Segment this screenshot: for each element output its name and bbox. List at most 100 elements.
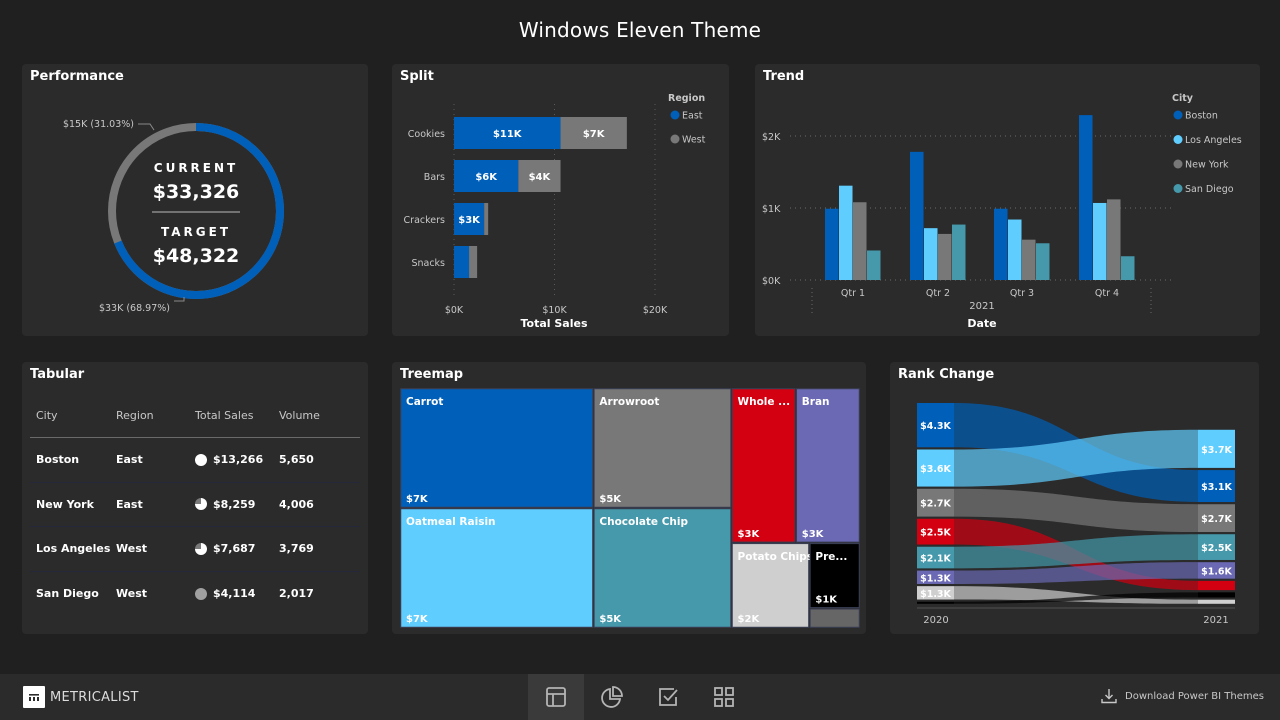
pie-empty-icon — [195, 587, 207, 600]
trend-category-label: Qtr 1 — [841, 288, 865, 299]
split-chart[interactable]: $11K $7K $6K $4K $3K Cookies Bars Crackers Snac… — [392, 64, 729, 336]
trend-bar-los-angeles[interactable] — [1008, 219, 1022, 280]
trend-bar-new-york[interactable] — [1107, 199, 1121, 280]
trend-y-tick: $1K — [762, 204, 781, 215]
legend-marker-west[interactable] — [670, 134, 680, 144]
treemap-tile[interactable] — [731, 388, 796, 543]
ribbon-value-label: $2.7K — [1201, 514, 1232, 525]
rank-change-card[interactable]: Rank Change $4.3K $3.1K $3.6K $3.7K $2.7K $2.… — [890, 362, 1259, 634]
table-header: City Region Total Sales Volume — [30, 394, 360, 438]
split-x-tick: $20K — [643, 305, 668, 316]
treemap-tile-label: Carrot — [406, 396, 443, 408]
trend-bar-san-diego[interactable] — [952, 224, 966, 280]
trend-card[interactable]: Trend $0K $1K $2K Qtr 1 Qtr 2 Qtr 3 Qtr 4 202… — [755, 64, 1260, 336]
trend-bar-boston[interactable] — [825, 208, 839, 280]
trend-bar-san-diego[interactable] — [1036, 243, 1050, 280]
ribbon-value-label: $2.7K — [920, 499, 951, 510]
split-bar-west[interactable] — [484, 203, 489, 235]
trend-x-axis-title: Date — [967, 317, 996, 330]
ribbon-value-label: $3.6K — [920, 464, 951, 475]
trend-bar-boston[interactable] — [994, 208, 1008, 280]
pie-three-quarter-icon — [195, 498, 207, 511]
trend-bar-new-york[interactable] — [1022, 239, 1036, 280]
nav-layout-button[interactable] — [528, 674, 584, 720]
ribbon-segment-black-series[interactable] — [917, 601, 954, 604]
trend-bar-boston[interactable] — [1079, 115, 1093, 280]
split-data-label: $4K — [529, 172, 552, 183]
cell-total-sales: $13,266 — [195, 453, 279, 466]
ribbon-segment-black-series[interactable] — [1198, 592, 1235, 598]
trend-bar-san-diego[interactable] — [867, 250, 881, 280]
metricalist-logo-icon — [23, 686, 45, 708]
nav-pie-chart-button[interactable] — [584, 674, 640, 720]
treemap-tile-label: Potato Chips — [738, 551, 813, 563]
target-label: TARGET — [161, 225, 231, 239]
download-themes-link[interactable]: Download Power BI Themes — [1101, 688, 1264, 704]
legend-label-west: West — [682, 135, 706, 146]
legend-marker-boston[interactable] — [1173, 110, 1183, 120]
trend-legend-title: City — [1172, 93, 1194, 104]
table-row[interactable]: Boston East $13,266 5,650 — [30, 438, 360, 483]
nav-grid-button[interactable] — [696, 674, 752, 720]
column-header-city[interactable]: City — [30, 409, 116, 422]
column-header-total-sales[interactable]: Total Sales — [195, 409, 279, 422]
nav-checkbox-button[interactable] — [640, 674, 696, 720]
cell-volume: 5,650 — [279, 453, 314, 467]
split-bar-west[interactable] — [469, 246, 478, 278]
table-row[interactable]: Los Angeles West $7,687 3,769 — [30, 527, 360, 572]
period-label-2021: 2021 — [1203, 615, 1228, 626]
treemap-tile-label: Oatmeal Raisin — [406, 516, 496, 528]
trend-bar-los-angeles[interactable] — [839, 185, 853, 280]
treemap-card[interactable]: Treemap Carrot $7K Oatmeal Raisin $7K Arrowr… — [392, 362, 866, 634]
column-header-volume[interactable]: Volume — [279, 409, 349, 422]
trend-bar-san-diego[interactable] — [1121, 256, 1135, 280]
ribbon-segment-red-series[interactable] — [1198, 580, 1235, 591]
trend-y-tick: $2K — [762, 132, 781, 143]
trend-bar-new-york[interactable] — [938, 233, 952, 280]
legend-marker-san-diego[interactable] — [1173, 184, 1183, 193]
total-sales-value: $7,687 — [213, 542, 256, 556]
trend-bar-new-york[interactable] — [853, 202, 867, 280]
split-data-label: $11K — [493, 129, 523, 140]
treemap-tile-value: $7K — [406, 614, 429, 625]
ribbon-segment-light-gray-series[interactable] — [1198, 599, 1235, 604]
column-header-region[interactable]: Region — [116, 409, 195, 422]
trend-bar-los-angeles[interactable] — [1093, 202, 1107, 280]
legend-marker-los-angeles[interactable] — [1173, 135, 1183, 144]
cell-total-sales: $7,687 — [195, 542, 279, 555]
performance-card[interactable]: Performance $15K (31.03%) $33K (68.97%) … — [22, 64, 368, 336]
trend-chart[interactable]: $0K $1K $2K Qtr 1 Qtr 2 Qtr 3 Qtr 4 2021 Date… — [755, 64, 1260, 336]
data-table[interactable]: City Region Total Sales Volume Boston Eas… — [30, 394, 360, 616]
treemap-tile-value: $5K — [599, 494, 622, 505]
download-icon — [1101, 689, 1117, 704]
split-category-label: Bars — [424, 172, 445, 183]
table-row[interactable]: San Diego West $4,114 2,017 — [30, 572, 360, 617]
ribbon-value-label: $4.3K — [920, 421, 951, 432]
brand-logo[interactable]: METRICALIST — [23, 686, 139, 708]
split-data-label: $3K — [458, 215, 481, 226]
trend-bar-boston[interactable] — [910, 151, 924, 280]
treemap-tile[interactable] — [796, 388, 860, 543]
legend-marker-new-york[interactable] — [1173, 159, 1183, 169]
ribbon-chart[interactable]: $4.3K $3.1K $3.6K $3.7K $2.7K $2.7K $2.5K $2.1K… — [890, 362, 1259, 634]
treemap-tile-label: Arrowroot — [599, 396, 659, 408]
split-x-tick: $0K — [445, 305, 464, 316]
treemap-tile-value: $1K — [815, 594, 838, 605]
ribbon-value-label: $1.3K — [920, 573, 951, 584]
split-bar-east[interactable] — [454, 246, 470, 278]
treemap-chart[interactable]: Carrot $7K Oatmeal Raisin $7K Arrowroot $5K Ch… — [392, 362, 866, 634]
cell-volume: 3,769 — [279, 542, 314, 556]
performance-gauge[interactable]: $15K (31.03%) $33K (68.97%) CURRENT $33,… — [22, 64, 368, 336]
split-card[interactable]: Split $11K $7K $6K $4K $3K Cookies Bars Cracke… — [392, 64, 729, 336]
split-data-label: $6K — [475, 172, 498, 183]
treemap-tile-value: $3K — [802, 529, 825, 540]
tabular-card[interactable]: Tabular City Region Total Sales Volume B… — [22, 362, 368, 634]
treemap-tile-label: Bran — [802, 396, 830, 408]
legend-marker-east[interactable] — [670, 110, 680, 120]
trend-y-tick: $0K — [762, 276, 781, 287]
table-row[interactable]: New York East $8,259 4,006 — [30, 483, 360, 527]
trend-bar-los-angeles[interactable] — [924, 228, 938, 280]
treemap-tile[interactable] — [809, 608, 860, 628]
ribbon-value-label: $1.6K — [1201, 566, 1232, 577]
period-label-2020: 2020 — [923, 615, 948, 626]
